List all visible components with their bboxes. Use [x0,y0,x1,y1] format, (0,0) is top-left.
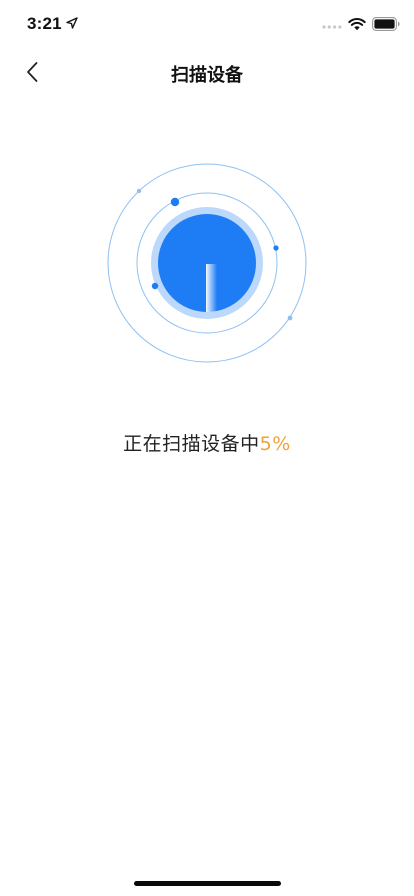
page-title: 扫描设备 [171,65,243,86]
orbit-dot-4 [136,188,142,194]
orbit-dot-1 [170,197,180,207]
location-arrow-icon [66,17,78,29]
orbit-dot-3 [151,282,159,290]
scan-radar-graphic [107,163,307,363]
status-bar: 3:21 [0,0,414,50]
orbit-dot-2 [273,245,279,251]
wifi-icon [348,18,366,31]
navigation-bar: 扫描设备 [0,50,414,94]
battery-icon [372,17,400,31]
status-time: 3:21 [27,14,62,33]
scan-progress-percent: 5% [259,433,291,455]
scan-status-text: 正在扫描设备中5% [0,429,414,456]
scan-sweep-beam [206,264,217,312]
scan-status-label: 正在扫描设备中 [123,433,260,455]
cellular-signal-icon [322,25,342,29]
orbit-dot-5 [287,315,293,321]
home-indicator[interactable] [134,881,281,886]
